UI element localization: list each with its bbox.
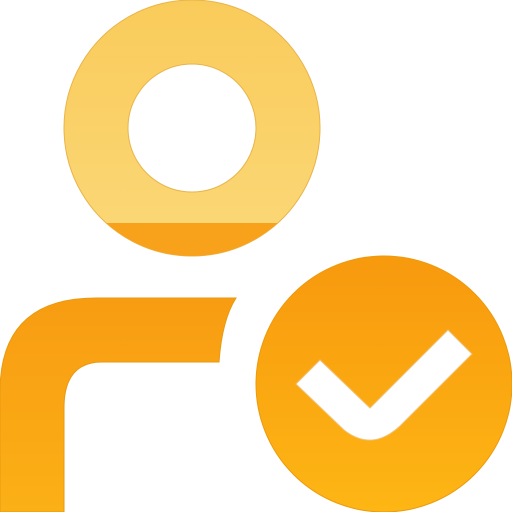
user-verified-icon: [0, 0, 512, 512]
user-head-icon: [63, 0, 321, 257]
check-badge-icon: [255, 255, 512, 512]
user-shoulder-icon: [0, 297, 237, 512]
icon-canvas: [0, 0, 512, 512]
